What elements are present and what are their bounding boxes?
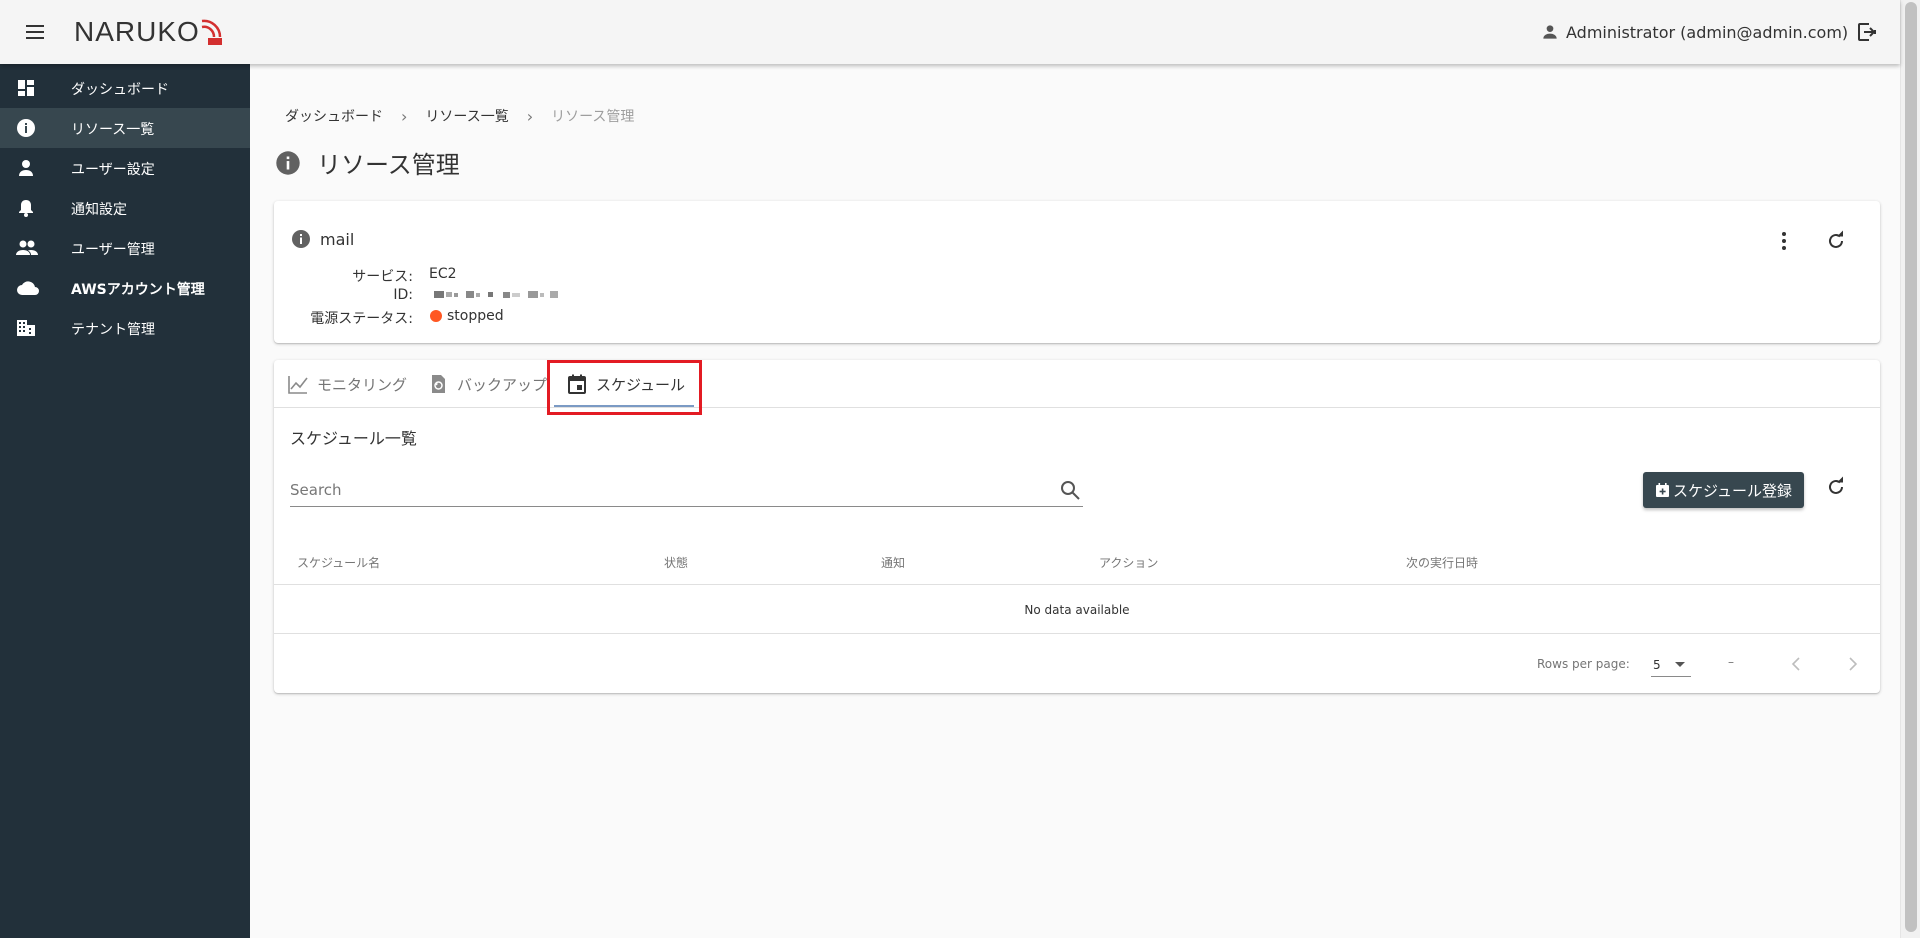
page-scrollbar[interactable] — [1900, 0, 1920, 938]
schedule-table-header: スケジュール名 状態 通知 アクション 次の実行日時 — [274, 537, 1880, 585]
refresh-schedules-icon[interactable] — [1824, 475, 1848, 499]
sidebar-item-label: ユーザー設定 — [71, 162, 155, 178]
power-status-label: 電源ステータス: — [310, 311, 413, 327]
page-title-text: リソース管理 — [317, 151, 460, 179]
sidebar-item-label: ユーザー管理 — [71, 242, 155, 258]
search-input[interactable] — [290, 475, 1050, 505]
scrollbar-thumb[interactable] — [1905, 2, 1917, 932]
id-value-redacted — [434, 291, 560, 298]
cloud-icon — [16, 278, 39, 298]
page-title: リソース管理 — [275, 145, 460, 180]
tab-label: モニタリング — [317, 375, 408, 394]
register-schedule-button[interactable]: スケジュール登録 — [1643, 472, 1804, 508]
column-header-action[interactable]: アクション — [1099, 554, 1158, 571]
more-vert-icon[interactable] — [1772, 229, 1796, 253]
rows-per-page-select[interactable]: 5 — [1651, 653, 1691, 677]
info-icon — [291, 229, 311, 249]
column-header-notification[interactable]: 通知 — [881, 554, 905, 571]
sidebar-item-label: リソース一覧 — [71, 122, 155, 138]
column-header-schedule-name[interactable]: スケジュール名 — [297, 554, 380, 571]
tab-label: バックアップ — [457, 375, 548, 394]
sidebar-item-resources[interactable]: リソース一覧 — [0, 108, 250, 148]
chart-line-icon — [287, 373, 309, 395]
service-value: EC2 — [429, 266, 457, 282]
building-icon — [16, 318, 36, 338]
refresh-icon[interactable] — [1824, 229, 1848, 253]
user-info[interactable]: Administrator (admin@admin.com) — [1540, 20, 1848, 44]
next-page-icon[interactable] — [1841, 652, 1865, 676]
info-icon — [275, 150, 301, 176]
table-footer: Rows per page: 5 – — [274, 635, 1880, 693]
tab-backup[interactable]: バックアップ — [427, 360, 547, 408]
sidebar-item-notification-settings[interactable]: 通知設定 — [0, 188, 250, 228]
backup-restore-icon — [427, 373, 449, 395]
info-icon — [16, 118, 36, 138]
app-header: NARUKO Administrator (admin@admin.com) — [0, 0, 1900, 64]
schedule-tabs-card: モニタリング バックアップ スケジュール スケジュール一覧 スケジュール登録 ス… — [274, 360, 1880, 693]
prev-page-icon[interactable] — [1784, 652, 1808, 676]
active-tab-indicator — [554, 405, 694, 407]
naruko-logo[interactable]: NARUKO — [74, 16, 224, 48]
column-header-status[interactable]: 状態 — [664, 554, 688, 571]
logo-text: NARUKO — [74, 16, 200, 47]
dashboard-icon — [16, 78, 36, 98]
tab-bar: モニタリング バックアップ スケジュール — [274, 360, 1880, 408]
sidebar: ダッシュボード リソース一覧 ユーザー設定 通知設定 ユーザー管理 AWSアカウ… — [0, 64, 250, 938]
service-label: サービス: — [352, 269, 413, 285]
page-range: – — [1728, 655, 1734, 669]
column-header-next-run[interactable]: 次の実行日時 — [1406, 554, 1478, 571]
sidebar-item-label: 通知設定 — [71, 202, 127, 218]
sidebar-item-aws-accounts[interactable]: AWSアカウント管理 — [0, 268, 250, 308]
breadcrumb: ダッシュボード › リソース一覧 › リソース管理 — [285, 106, 634, 126]
power-status: stopped — [430, 308, 504, 324]
person-icon — [16, 158, 36, 178]
calendar-plus-icon — [1655, 482, 1671, 498]
breadcrumb-separator: › — [526, 106, 534, 126]
user-label: Administrator (admin@admin.com) — [1566, 22, 1849, 42]
search-icon[interactable] — [1059, 479, 1081, 501]
table-empty-row: No data available — [274, 586, 1880, 634]
resource-name-text: mail — [320, 229, 355, 249]
register-button-label: スケジュール登録 — [1673, 481, 1792, 500]
sidebar-item-user-settings[interactable]: ユーザー設定 — [0, 148, 250, 188]
sidebar-item-dashboard[interactable]: ダッシュボード — [0, 68, 250, 108]
breadcrumb-dashboard[interactable]: ダッシュボード — [285, 106, 383, 126]
rows-per-page-value: 5 — [1653, 657, 1661, 672]
status-dot-icon — [430, 310, 442, 322]
sidebar-item-label: テナント管理 — [71, 322, 155, 338]
sidebar-item-tenant-management[interactable]: テナント管理 — [0, 308, 250, 348]
breadcrumb-current: リソース管理 — [551, 109, 635, 125]
sidebar-item-label: AWSアカウント管理 — [71, 282, 205, 298]
hamburger-menu-icon[interactable] — [22, 20, 50, 44]
resource-name: mail — [291, 229, 354, 249]
bell-icon — [16, 198, 36, 218]
tab-schedule[interactable]: スケジュール — [566, 360, 685, 408]
search-field — [290, 475, 1083, 507]
schedule-list-title: スケジュール一覧 — [290, 429, 417, 448]
logout-icon[interactable] — [1855, 20, 1879, 44]
tab-label: スケジュール — [596, 375, 685, 394]
chevron-down-icon — [1675, 662, 1685, 667]
id-label: ID: — [393, 287, 413, 303]
resource-info-card: mail サービス: EC2 ID: 電源ステータス: stopped — [274, 201, 1880, 343]
tab-monitoring[interactable]: モニタリング — [287, 360, 407, 408]
sidebar-item-label: ダッシュボード — [71, 82, 169, 98]
rows-per-page-label: Rows per page: — [1537, 657, 1630, 671]
people-icon — [16, 238, 38, 258]
breadcrumb-resources[interactable]: リソース一覧 — [425, 106, 508, 126]
power-status-value: stopped — [447, 308, 504, 324]
account-icon — [1540, 22, 1560, 42]
sidebar-item-user-management[interactable]: ユーザー管理 — [0, 228, 250, 268]
calendar-icon — [566, 373, 588, 395]
breadcrumb-separator: › — [401, 106, 408, 126]
logo-mark-icon — [200, 17, 224, 47]
